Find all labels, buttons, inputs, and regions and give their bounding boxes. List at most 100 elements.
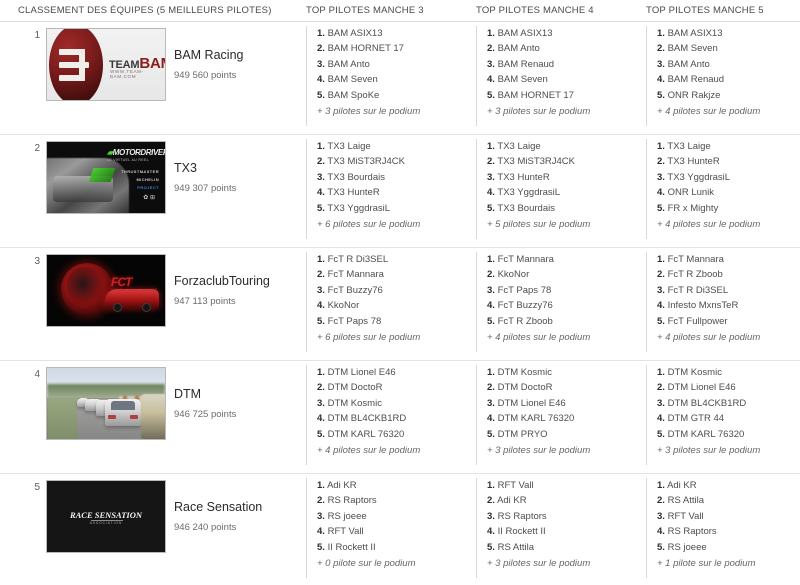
driver-entry: 2. BAM HORNET 17 <box>317 43 404 55</box>
driver-entry: 1. DTM Kosmic <box>487 367 552 378</box>
race-sensation-logo-icon: RACE SENSATION ASSOCIATION <box>47 481 165 552</box>
extra-drivers-note: + 5 pilotes sur le podium <box>487 219 591 231</box>
rank-number: 1 <box>34 30 40 41</box>
driver-entry: 5. TX3 Bourdais <box>487 202 555 214</box>
driver-entry: 5. FcT R Zboob <box>487 315 553 327</box>
driver-name: DTM GTR 44 <box>667 413 725 425</box>
driver-name: RS Raptors <box>327 495 377 507</box>
drivers-list-race-3: 1. DTM Lionel E46 2. DTM DoctoR 3. DTM K… <box>306 365 466 465</box>
rank-number: 3 <box>34 256 40 267</box>
driver-entry: 3. DTM BL4CKB1RD <box>657 397 747 409</box>
team-logo[interactable]: TEAMBAM WWW.TEAM-BAM.COM <box>46 28 166 101</box>
table-row[interactable]: 1 TEAMBAM WWW.TEAM-BAM.COM BAM Racing <box>0 22 800 135</box>
driver-entry: 1. Adi KR <box>657 480 697 491</box>
extra-drivers-note: + 3 pilotes sur le podium <box>487 106 591 118</box>
driver-entry: 3. TX3 YggdrasiL <box>657 171 731 183</box>
driver-entry: 4. DTM KARL 76320 <box>487 413 575 425</box>
driver-entry: 2. FcT Mannara <box>317 269 384 281</box>
driver-name: TX3 YggdrasiL <box>497 187 561 199</box>
header-top-drivers-race-4: TOP PILOTES MANCHE 4 <box>476 5 594 16</box>
driver-entry: 5. RS joeee <box>657 541 707 553</box>
driver-name: RFT Vall <box>667 510 704 522</box>
driver-name: BAM HORNET 17 <box>327 43 404 55</box>
driver-entry: 5. BAM HORNET 17 <box>487 89 574 101</box>
header-top-drivers-race-3: TOP PILOTES MANCHE 3 <box>306 5 424 16</box>
driver-name: KkoNor <box>497 269 530 281</box>
driver-name: DTM DoctoR <box>327 382 383 394</box>
team-name[interactable]: ForzaclubTouring <box>174 274 270 288</box>
driver-entry: 4. ONR Lunik <box>657 187 715 199</box>
driver-entry: 2. DTM DoctoR <box>487 382 553 394</box>
team-name[interactable]: Race Sensation <box>174 500 262 514</box>
extra-drivers-note: + 4 pilotes sur le podium <box>657 219 761 231</box>
driver-entry: 4. RS Raptors <box>657 526 717 538</box>
driver-entry: 2. RS Attila <box>657 495 705 507</box>
table-row[interactable]: 5 RACE SENSATION ASSOCIATION Race Sensat… <box>0 474 800 585</box>
extra-drivers-note: + 3 pilotes sur le podium <box>487 558 591 570</box>
drivers-list-race-5: 1. DTM Kosmic 2. DTM Lionel E46 3. DTM B… <box>646 365 800 465</box>
driver-entry: 5. FcT Fullpower <box>657 315 728 327</box>
extra-drivers-note: + 3 pilotes sur le podium <box>657 445 761 457</box>
driver-name: FcT R Di3SEL <box>327 254 389 265</box>
extra-drivers-note: + 4 pilotes sur le podium <box>657 106 761 118</box>
team-points: 946 240 points <box>174 522 237 533</box>
driver-entry: 1. BAM ASIX13 <box>317 28 383 39</box>
driver-entry: 2. TX3 MiST3RJ4CK <box>487 156 576 168</box>
table-row[interactable]: 2 ▰MOTORDRIVERSX3 LE VIRTUEL AU REEL THR… <box>0 135 800 248</box>
driver-entry: 1. TX3 Laige <box>487 141 541 152</box>
team-bam-logo-icon: TEAMBAM WWW.TEAM-BAM.COM <box>47 29 165 100</box>
drivers-list-race-5: 1. TX3 Laige 2. TX3 HunteR 3. TX3 Yggdra… <box>646 139 800 239</box>
team-points: 949 307 points <box>174 183 237 194</box>
extra-drivers-note: + 4 pilotes sur le podium <box>317 445 421 457</box>
driver-entry: 1. Adi KR <box>317 480 357 491</box>
table-row[interactable]: 3 FCT FORZA CLUB TOURING ForzaclubTourin… <box>0 248 800 361</box>
driver-name: TX3 HunteR <box>667 156 720 168</box>
driver-name: FR x Mighty <box>667 202 719 214</box>
team-name[interactable]: DTM <box>174 387 201 401</box>
team-logo[interactable]: ▰MOTORDRIVERSX3 LE VIRTUEL AU REEL THRUS… <box>46 141 166 214</box>
extra-drivers-note: + 3 pilotes sur le podium <box>487 445 591 457</box>
driver-name: DTM Lionel E46 <box>497 397 566 409</box>
drivers-list-race-4: 1. RFT Vall 2. Adi KR 3. RS Raptors 4. I… <box>476 478 636 578</box>
driver-name: RS joeee <box>327 510 367 522</box>
driver-entry: 5. DTM KARL 76320 <box>657 428 745 440</box>
driver-entry: 4. TX3 YggdrasiL <box>487 187 561 199</box>
rank-number: 2 <box>34 143 40 154</box>
drivers-list-race-3: 1. Adi KR 2. RS Raptors 3. RS joeee 4. R… <box>306 478 466 578</box>
driver-name: BAM Anto <box>667 58 710 70</box>
team-name[interactable]: BAM Racing <box>174 48 243 62</box>
driver-entry: 5. RS Attila <box>487 541 535 553</box>
team-name[interactable]: TX3 <box>174 161 197 175</box>
driver-name: RS joeee <box>667 541 707 553</box>
driver-entry: 4. II Rockett II <box>487 526 546 538</box>
driver-entry: 4. TX3 HunteR <box>317 187 380 199</box>
driver-name: DTM BL4CKB1RD <box>667 397 747 409</box>
team-logo[interactable]: FCT FORZA CLUB TOURING <box>46 254 166 327</box>
team-logo[interactable]: RACE SENSATION ASSOCIATION <box>46 480 166 553</box>
driver-name: FcT Mannara <box>497 254 554 265</box>
driver-name: BAM ASIX13 <box>667 28 723 39</box>
driver-name: TX3 YggdrasiL <box>667 171 731 183</box>
driver-entry: 3. RS joeee <box>317 510 367 522</box>
driver-entry: 1. FcT Mannara <box>657 254 724 265</box>
driver-entry: 1. BAM ASIX13 <box>487 28 553 39</box>
driver-name: DTM BL4CKB1RD <box>327 413 407 425</box>
table-row[interactable]: 4 DTM 946 725 points 1. DTM Lionel E46 2… <box>0 361 800 474</box>
driver-name: FcT Paps 78 <box>327 315 382 327</box>
team-logo[interactable] <box>46 367 166 440</box>
drivers-list-race-5: 1. Adi KR 2. RS Attila 3. RFT Vall 4. RS… <box>646 478 800 578</box>
extra-drivers-note: + 4 pilotes sur le podium <box>487 332 591 344</box>
driver-name: BAM Renaud <box>667 74 725 86</box>
driver-name: Infesto MxnsTeR <box>667 300 739 312</box>
drivers-list-race-3: 1. FcT R Di3SEL 2. FcT Mannara 3. FcT Bu… <box>306 252 466 352</box>
driver-entry: 5. ONR Rakjze <box>657 89 721 101</box>
driver-entry: 3. DTM Lionel E46 <box>487 397 566 409</box>
drivers-list-race-4: 1. FcT Mannara 2. KkoNor 3. FcT Paps 78 … <box>476 252 636 352</box>
drivers-list-race-4: 1. DTM Kosmic 2. DTM DoctoR 3. DTM Lione… <box>476 365 636 465</box>
driver-entry: 5. BAM SpoKe <box>317 89 380 101</box>
driver-name: FcT Mannara <box>667 254 724 265</box>
driver-name: TX3 YggdrasiL <box>327 202 391 214</box>
drivers-list-race-3: 1. BAM ASIX13 2. BAM HORNET 17 3. BAM An… <box>306 26 466 126</box>
driver-name: FcT R Zboob <box>667 269 723 281</box>
driver-name: II Rockett II <box>327 541 376 553</box>
